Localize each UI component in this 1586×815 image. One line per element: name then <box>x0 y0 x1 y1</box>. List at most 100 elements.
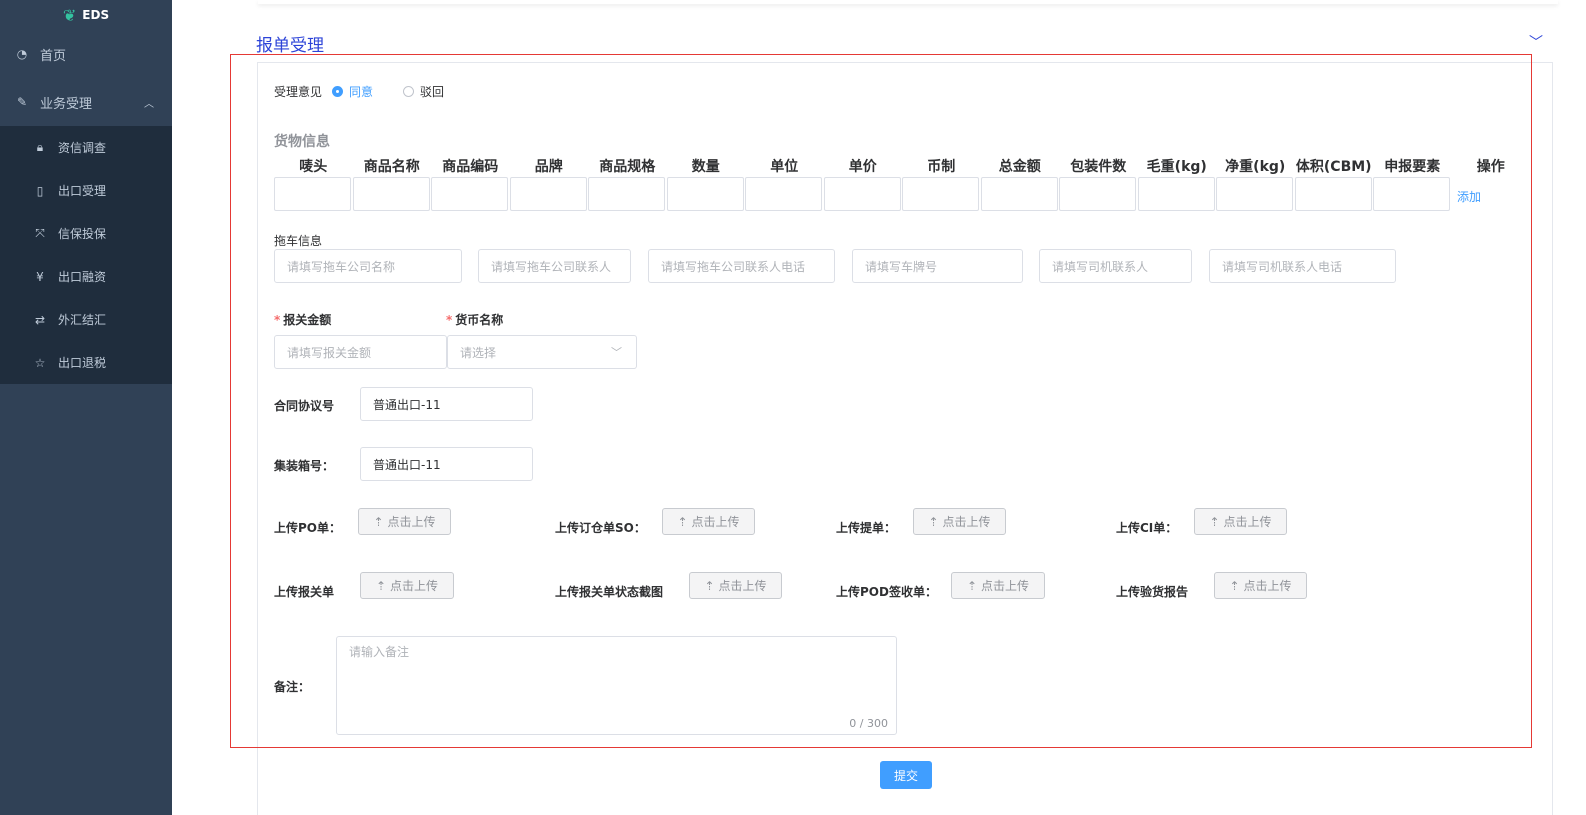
customs-amount-input[interactable]: 请填写报关金额 <box>274 335 447 369</box>
upload-bl-label: 上传提单： <box>836 521 897 535</box>
upload-icon: ⇡ <box>966 578 978 593</box>
customs-amount-label: * 报关金额 <box>274 313 332 327</box>
driver-contact-input[interactable]: 请填写司机联系人 <box>1039 249 1192 283</box>
sidebar-submenu: 🔒︎ 资信调查 ▯ 出口受理 ⤧ 信保投保 ¥ 出口融资 ⇄ 外汇结汇 ☆ 出口… <box>0 126 172 384</box>
plate-number-input[interactable]: 请填写车牌号 <box>852 249 1023 283</box>
remark-textarea[interactable]: 请输入备注 0 / 300 <box>336 636 897 735</box>
goods-column-header: 数量 <box>691 159 720 175</box>
upload-icon: ⇡ <box>375 578 387 593</box>
sidebar-item-label: 出口融资 <box>58 270 107 284</box>
goods-cell-input[interactable] <box>745 177 822 211</box>
radio-reject[interactable]: 驳回 <box>403 83 444 100</box>
goods-cell-input[interactable] <box>1294 177 1372 211</box>
driver-phone-input[interactable]: 请填写司机联系人电话 <box>1209 249 1396 283</box>
sidebar-item-credit-insurance[interactable]: ⤧ 信保投保 <box>0 212 172 255</box>
goods-column-header: 申报要素 <box>1384 159 1441 175</box>
truck-contact-input[interactable]: 请填写拖车公司联系人 <box>478 249 631 283</box>
goods-title: 货物信息 <box>274 134 330 150</box>
goods-cell-input[interactable] <box>980 177 1058 211</box>
sidebar-item-label: 出口受理 <box>58 184 107 198</box>
upload-pod-button[interactable]: ⇡ 点击上传 <box>951 572 1045 599</box>
fullscreen-icon: ⤧ <box>35 226 45 240</box>
sidebar-item-label: 资信调查 <box>58 141 107 155</box>
goods-cell-input[interactable] <box>1373 177 1450 211</box>
star-icon: ☆ <box>34 355 46 370</box>
goods-cell-input[interactable] <box>666 177 744 211</box>
opinion-label: 受理意见 <box>274 85 323 99</box>
upload-customs-button[interactable]: ⇡ 点击上传 <box>360 572 454 599</box>
goods-cell-input[interactable] <box>902 177 979 211</box>
goods-column-header: 唛头 <box>299 159 328 175</box>
upload-customs-status-label: 上传报关单状态截图 <box>555 585 664 599</box>
sidebar-item-business[interactable]: ✎ 业务受理 ︿ <box>0 78 172 126</box>
upload-so-button[interactable]: ⇡ 点击上传 <box>662 508 755 535</box>
goods-column-header: 品牌 <box>534 159 563 175</box>
upload-ci-label: 上传CI单： <box>1116 521 1178 535</box>
contract-label: 合同协议号 <box>274 399 335 413</box>
sidebar-item-label: 业务受理 <box>40 96 93 112</box>
goods-column-header: 商品规格 <box>599 159 656 175</box>
sidebar-item-home[interactable]: ◔ 首页 <box>0 30 172 78</box>
edit-icon: ✎ <box>16 95 28 109</box>
section-title: 报单受理 <box>256 36 324 56</box>
upload-icon: ⇡ <box>373 514 384 529</box>
char-counter: 0 / 300 <box>849 717 888 730</box>
sidebar: ❦ EDS ◔ 首页 ✎ 业务受理 ︿ 🔒︎ 资信调查 ▯ 出口受理 ⤧ 信保投… <box>0 0 172 815</box>
sidebar-item-export-financing[interactable]: ¥ 出口融资 <box>0 255 172 298</box>
upload-customs-label: 上传报关单 <box>274 585 335 599</box>
upload-ci-button[interactable]: ⇡ 点击上传 <box>1194 508 1287 535</box>
currency-label: * 货币名称 <box>446 313 504 327</box>
upload-icon: ⇡ <box>704 578 715 593</box>
submit-button[interactable]: 提交 <box>880 761 932 789</box>
goods-cell-input[interactable] <box>509 177 587 211</box>
goods-column-header: 毛重(kg) <box>1146 159 1207 175</box>
goods-cell-input[interactable] <box>352 177 430 211</box>
exchange-icon: ⇄ <box>34 312 46 327</box>
app-logo-text: EDS <box>82 8 110 22</box>
goods-cell-input[interactable] <box>1137 177 1215 211</box>
sidebar-item-credit-check[interactable]: 🔒︎ 资信调查 <box>0 126 172 169</box>
goods-column-header: 商品名称 <box>363 159 420 175</box>
container-input[interactable]: 普通出口-11 <box>360 447 533 481</box>
chevron-down-icon: ﹀ <box>611 346 622 359</box>
goods-cell-input[interactable] <box>1059 177 1136 211</box>
currency-select[interactable]: 请选择 ﹀ <box>447 335 637 369</box>
upload-icon: ⇡ <box>1229 578 1240 593</box>
sidebar-item-tax-refund[interactable]: ☆ 出口退税 <box>0 341 172 384</box>
truck-contact-phone-input[interactable]: 请填写拖车公司联系人电话 <box>648 249 835 283</box>
upload-po-button[interactable]: ⇡ 点击上传 <box>358 508 451 535</box>
leaf-icon: ❦ <box>62 5 77 25</box>
remark-placeholder: 请输入备注 <box>349 645 410 659</box>
goods-cell-input[interactable] <box>588 177 665 211</box>
sidebar-item-forex-settlement[interactable]: ⇄ 外汇结汇 <box>0 298 172 341</box>
app-logo[interactable]: ❦ EDS <box>0 0 172 30</box>
goods-column-header: 体积(CBM) <box>1295 159 1372 175</box>
goods-cell-input[interactable] <box>431 177 508 211</box>
upload-bl-button[interactable]: ⇡ 点击上传 <box>913 508 1006 535</box>
goods-column-header: 币制 <box>927 159 956 175</box>
goods-column-header: 净重(kg) <box>1225 159 1286 175</box>
chevron-up-icon: ︿ <box>144 98 154 110</box>
goods-cell-input[interactable] <box>274 177 351 211</box>
container-label: 集装箱号： <box>274 459 335 473</box>
radio-reject-label: 驳回 <box>420 85 445 99</box>
upload-icon: ⇡ <box>928 514 939 529</box>
goods-cell-input[interactable] <box>1216 177 1293 211</box>
contract-input[interactable]: 普通出口-11 <box>360 387 533 421</box>
add-row-link[interactable]: 添加 <box>1457 188 1481 205</box>
goods-column-header: 商品编码 <box>442 159 499 175</box>
money-icon: ¥ <box>36 269 44 284</box>
goods-column-header: 总金额 <box>998 159 1041 175</box>
radio-unchecked-icon <box>403 86 414 97</box>
sidebar-item-export-acceptance[interactable]: ▯ 出口受理 <box>0 169 172 212</box>
truck-info-label: 拖车信息 <box>274 234 323 248</box>
upload-inspection-button[interactable]: ⇡ 点击上传 <box>1214 572 1307 599</box>
truck-company-input[interactable]: 请填写拖车公司名称 <box>274 249 462 283</box>
radio-agree[interactable]: 同意 <box>332 83 373 100</box>
chevron-down-icon[interactable]: ﹀ <box>1529 32 1543 52</box>
lock-icon: 🔒︎ <box>36 140 44 154</box>
upload-customs-status-button[interactable]: ⇡ 点击上传 <box>689 572 782 599</box>
goods-column-header: 单价 <box>848 159 877 175</box>
goods-cell-input[interactable] <box>823 177 901 211</box>
dashboard-icon: ◔ <box>16 47 28 61</box>
